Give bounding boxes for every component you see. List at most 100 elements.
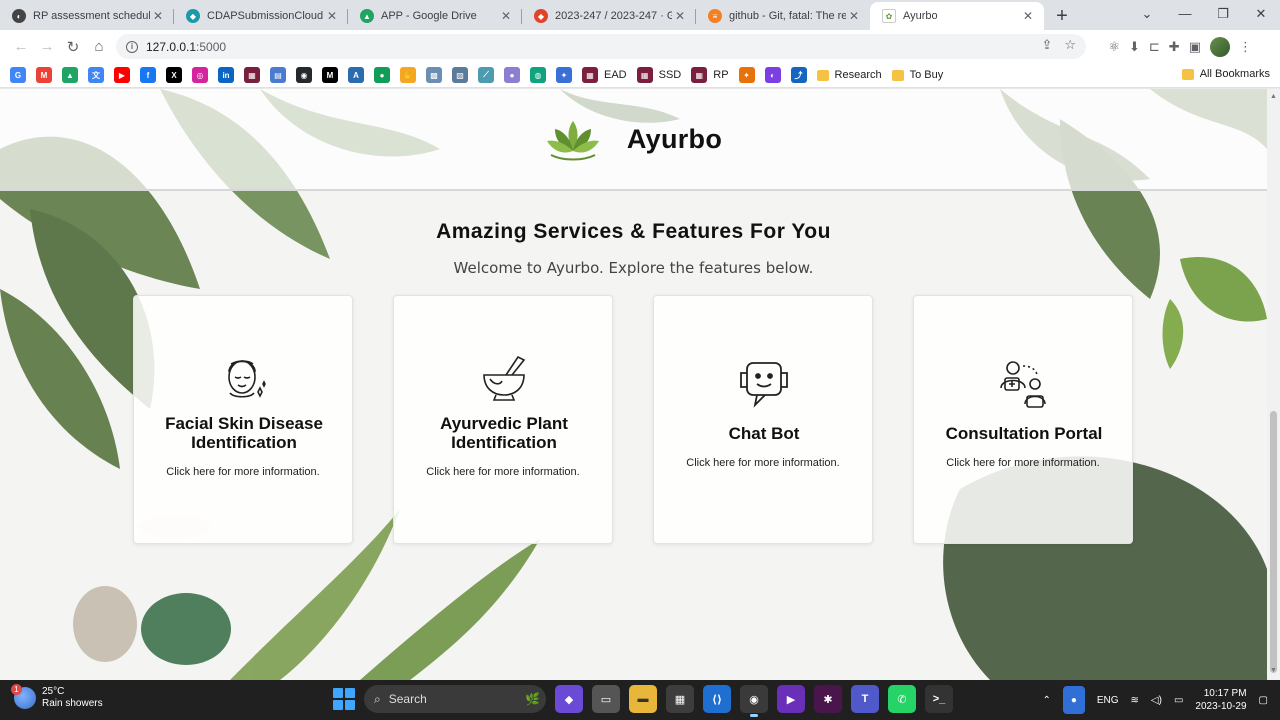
bookmark-item[interactable]: ▤ (270, 67, 286, 83)
bookmark-item[interactable]: 文 (88, 67, 104, 83)
file-explorer-icon[interactable]: ▬ (629, 685, 657, 713)
task-view-icon[interactable]: ▭ (592, 685, 620, 713)
tab-favicon-icon: ◆ (186, 9, 200, 23)
browser-tab[interactable]: ≡ github - Git, fatal: The rem ✕ (696, 2, 870, 30)
terminal-icon[interactable]: >_ (925, 685, 953, 713)
close-tab-icon[interactable]: ✕ (846, 9, 862, 23)
volume-icon[interactable]: ◁) (1151, 695, 1162, 706)
battery-icon[interactable]: ▭ (1174, 695, 1183, 706)
feature-card-facial-skin[interactable]: Facial Skin Disease Identification Click… (133, 295, 353, 544)
bookmark-item[interactable]: M (322, 67, 338, 83)
puzzle-icon[interactable]: ✚ (1169, 39, 1180, 55)
bookmark-item[interactable]: ▶ (114, 67, 130, 83)
profile-avatar[interactable] (1210, 36, 1230, 57)
site-info-icon[interactable]: i (126, 40, 138, 53)
close-tab-icon[interactable]: ✕ (324, 9, 340, 23)
card-description[interactable]: Click here for more information. (654, 457, 872, 469)
bookmark-item[interactable]: X (166, 67, 182, 83)
back-icon[interactable]: ← (8, 34, 34, 60)
bookmark-item[interactable]: ▦ RP (691, 67, 729, 83)
forward-icon[interactable]: → (34, 34, 60, 60)
microphone-icon[interactable]: ● (1062, 686, 1085, 714)
bookmark-item[interactable]: ✋ (400, 67, 416, 83)
bookmark-star-icon[interactable]: ☆ (1064, 37, 1076, 53)
new-tab-button[interactable]: + (1048, 2, 1076, 30)
bookmark-item[interactable]: A (348, 67, 364, 83)
bookmark-item[interactable]: ▩ (426, 67, 442, 83)
extension-icon[interactable]: ⚛ (1108, 39, 1120, 55)
address-bar[interactable]: i 127.0.0.1:5000 ⇪ ☆ (116, 34, 1086, 59)
bookmark-item[interactable]: ◍ (530, 67, 546, 83)
clock[interactable]: 10:17 PM 2023-10-29 (1195, 687, 1246, 713)
browser-tab[interactable]: ◐ RP assessment schedule - ✕ (0, 2, 174, 30)
feature-card-plant[interactable]: Ayurvedic Plant Identification Click her… (393, 295, 613, 544)
language-indicator[interactable]: ENG (1097, 695, 1119, 706)
bookmark-item[interactable]: ⟋ (478, 67, 494, 83)
copilot-icon[interactable]: ◆ (555, 685, 583, 713)
lotus-logo-icon[interactable] (545, 117, 601, 161)
browser-tab[interactable]: ▲ APP - Google Drive ✕ (348, 2, 522, 30)
close-tab-icon[interactable]: ✕ (498, 9, 514, 23)
feature-card-chatbot[interactable]: Chat Bot Click here for more information… (653, 295, 873, 544)
bookmark-folder[interactable]: To Buy (891, 69, 943, 81)
browser-tab-active[interactable]: ✿ Ayurbo ✕ (870, 2, 1044, 30)
bookmark-item[interactable]: ◎ (192, 67, 208, 83)
slack-icon[interactable]: ✱ (814, 685, 842, 713)
reload-icon[interactable]: ↻ (60, 34, 86, 60)
bookmark-item[interactable]: ✦ (738, 67, 755, 83)
bookmark-item[interactable]: G (10, 67, 26, 83)
teams-icon[interactable]: T (851, 685, 879, 713)
vscode-icon[interactable]: ⟨⟩ (703, 685, 731, 713)
bookmark-item[interactable]: ◐ (764, 67, 781, 83)
all-bookmarks-button[interactable]: All Bookmarks (1181, 68, 1270, 80)
bookmark-item[interactable]: ▦ (244, 67, 260, 83)
bookmark-item[interactable]: ▦ EAD (582, 67, 627, 83)
visual-studio-icon[interactable]: ▶ (777, 685, 805, 713)
extension-icon[interactable]: ⊏ (1149, 39, 1160, 55)
card-description[interactable]: Click here for more information. (914, 457, 1132, 469)
close-window-icon[interactable]: ✕ (1242, 0, 1280, 30)
scrollbar-thumb[interactable] (1270, 411, 1277, 673)
chrome-icon[interactable]: ◉ (740, 685, 768, 717)
chevron-up-icon[interactable]: ⌃ (1042, 695, 1050, 706)
bookmark-item[interactable]: ◉ (296, 67, 312, 83)
maximize-icon[interactable]: ❐ (1204, 0, 1242, 30)
bookmark-item[interactable]: ▦ SSD (636, 67, 681, 83)
bookmark-item[interactable]: ● (504, 67, 520, 83)
card-description[interactable]: Click here for more information. (134, 466, 352, 478)
weather-widget[interactable]: 1 25°C Rain showers (11, 684, 103, 710)
download-icon[interactable]: ⬇ (1129, 39, 1140, 55)
bookmark-item[interactable]: ⤴ (790, 67, 807, 83)
brand-name[interactable]: Ayurbo (627, 124, 722, 155)
browser-tab[interactable]: ◆ 2023-247 / 2023-247 · GitL ✕ (522, 2, 696, 30)
menu-icon[interactable]: ⋮ (1239, 39, 1252, 55)
bookmark-item[interactable]: ✦ (556, 67, 572, 83)
close-tab-icon[interactable]: ✕ (672, 9, 688, 23)
windows-start-icon[interactable] (333, 688, 355, 710)
feature-card-consultation[interactable]: Consultation Portal Click here for more … (913, 295, 1133, 544)
browser-tab[interactable]: ◆ CDAPSubmissionCloud - 6 ✕ (174, 2, 348, 30)
wifi-icon[interactable]: ≋ (1131, 695, 1139, 706)
bookmark-folder[interactable]: Research (816, 69, 882, 81)
page-scrollbar[interactable]: ▲ ▼ (1267, 89, 1280, 680)
share-icon[interactable]: ⇪ (1041, 37, 1052, 53)
taskbar-search[interactable]: ⌕ Search 🌿 (364, 685, 546, 713)
bookmark-item[interactable]: M (36, 67, 52, 83)
bookmark-item[interactable]: f (140, 67, 156, 83)
tab-search-icon[interactable]: ⌄ (1128, 0, 1166, 30)
notifications-icon[interactable]: ▢ (1259, 695, 1268, 706)
scroll-up-icon[interactable]: ▲ (1270, 93, 1277, 100)
close-tab-icon[interactable]: ✕ (150, 9, 166, 23)
card-description[interactable]: Click here for more information. (394, 466, 612, 478)
minimize-icon[interactable]: — (1166, 0, 1204, 30)
side-panel-icon[interactable]: ▣ (1189, 39, 1201, 55)
bookmark-item[interactable]: ● (374, 67, 390, 83)
bookmark-item[interactable]: ▨ (452, 67, 468, 83)
whatsapp-icon[interactable]: ✆ (888, 685, 916, 713)
bookmark-item[interactable]: in (218, 67, 234, 83)
store-icon[interactable]: ▦ (666, 685, 694, 713)
bookmark-item[interactable]: ▲ (62, 67, 78, 83)
scroll-down-icon[interactable]: ▼ (1270, 667, 1277, 674)
home-icon[interactable]: ⌂ (86, 34, 112, 60)
close-tab-icon[interactable]: ✕ (1020, 9, 1036, 23)
